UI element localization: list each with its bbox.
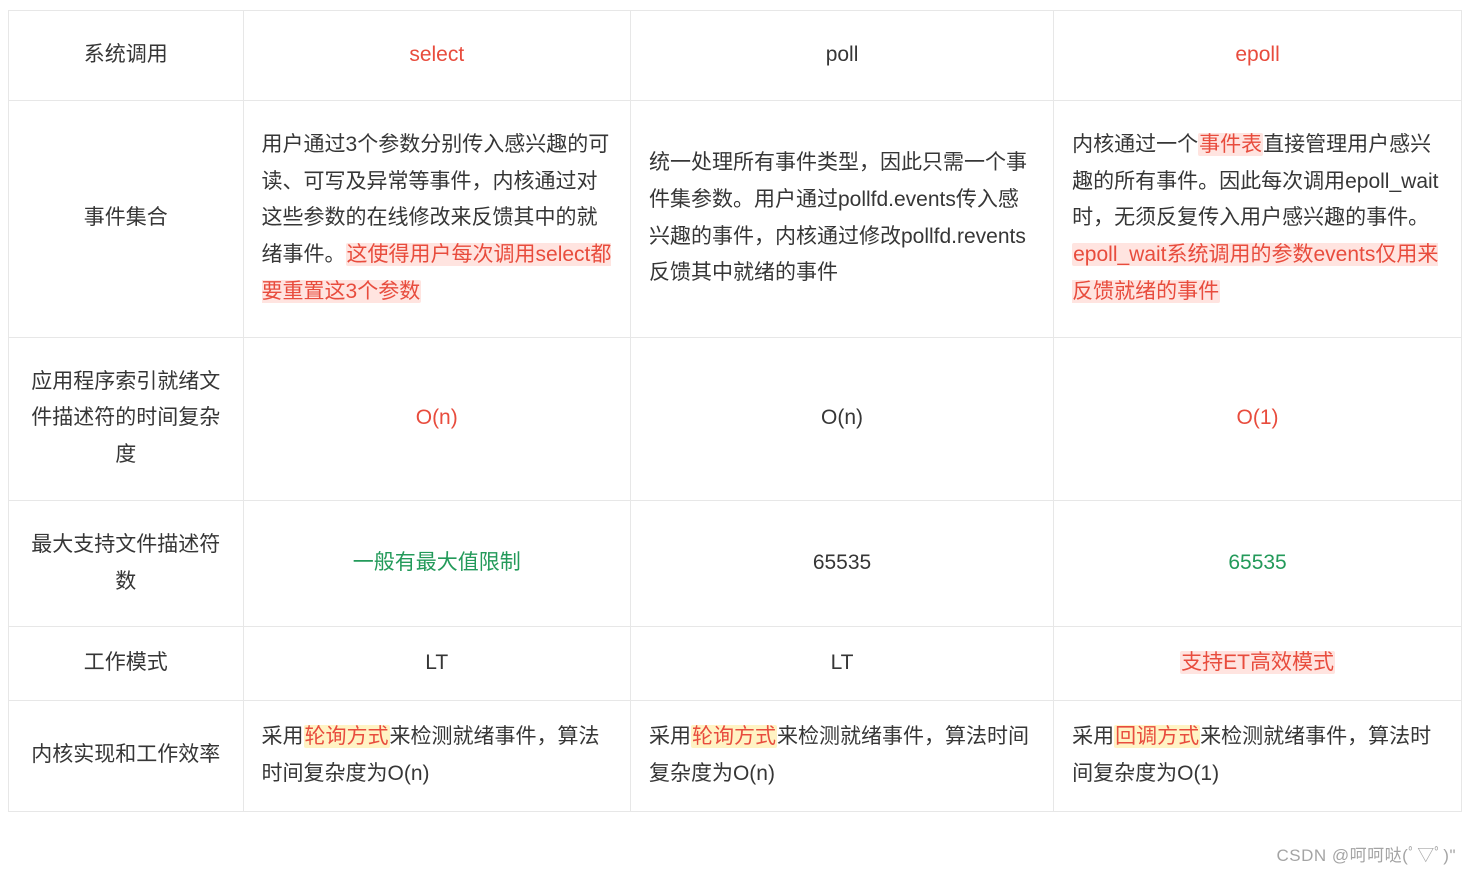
- highlight: epoll_wait系统调用的参数events仅用来反馈就绪的事件: [1072, 243, 1438, 303]
- cell-select: 采用轮询方式来检测就绪事件，算法时间复杂度为O(n): [243, 701, 630, 812]
- row-label: 应用程序索引就绪文件描述符的时间复杂度: [9, 337, 244, 500]
- row-label: 事件集合: [9, 100, 244, 337]
- row-kernel: 内核实现和工作效率 采用轮询方式来检测就绪事件，算法时间复杂度为O(n) 采用轮…: [9, 701, 1462, 812]
- header-epoll: epoll: [1054, 11, 1462, 101]
- table-header-row: 系统调用 select poll epoll: [9, 11, 1462, 101]
- cell-epoll: 支持ET高效模式: [1054, 627, 1462, 701]
- cell-epoll: 65535: [1054, 500, 1462, 627]
- row-label: 工作模式: [9, 627, 244, 701]
- row-event-set: 事件集合 用户通过3个参数分别传入感兴趣的可读、可写及异常等事件，内核通过对这些…: [9, 100, 1462, 337]
- header-syscall: 系统调用: [9, 11, 244, 101]
- cell-select: LT: [243, 627, 630, 701]
- cell-epoll: 内核通过一个事件表直接管理用户感兴趣的所有事件。因此每次调用epoll_wait…: [1054, 100, 1462, 337]
- row-complexity: 应用程序索引就绪文件描述符的时间复杂度 O(n) O(n) O(1): [9, 337, 1462, 500]
- cell-select: 用户通过3个参数分别传入感兴趣的可读、可写及异常等事件，内核通过对这些参数的在线…: [243, 100, 630, 337]
- text: 采用: [1072, 725, 1114, 748]
- cell-epoll: 采用回调方式来检测就绪事件，算法时间复杂度为O(1): [1054, 701, 1462, 812]
- highlight: 轮询方式: [691, 725, 777, 748]
- highlight: 支持ET高效模式: [1180, 651, 1335, 674]
- cell-poll: 统一处理所有事件类型，因此只需一个事件集参数。用户通过pollfd.events…: [630, 100, 1053, 337]
- text: 采用: [262, 725, 304, 748]
- row-label: 内核实现和工作效率: [9, 701, 244, 812]
- header-poll: poll: [630, 11, 1053, 101]
- highlight: 回调方式: [1114, 725, 1200, 748]
- table-wrapper: 系统调用 select poll epoll 事件集合 用户通过3个参数分别传入…: [0, 0, 1470, 812]
- row-maxfd: 最大支持文件描述符数 一般有最大值限制 65535 65535: [9, 500, 1462, 627]
- cell-poll: LT: [630, 627, 1053, 701]
- cell-poll: 65535: [630, 500, 1053, 627]
- row-mode: 工作模式 LT LT 支持ET高效模式: [9, 627, 1462, 701]
- cell-poll: 采用轮询方式来检测就绪事件，算法时间复杂度为O(n): [630, 701, 1053, 812]
- comparison-table: 系统调用 select poll epoll 事件集合 用户通过3个参数分别传入…: [8, 10, 1462, 812]
- header-select: select: [243, 11, 630, 101]
- watermark: CSDN @呵呵哒(ﾟ▽ﾟ)": [1276, 841, 1456, 866]
- highlight: 轮询方式: [304, 725, 390, 748]
- cell-select: O(n): [243, 337, 630, 500]
- cell-epoll: O(1): [1054, 337, 1462, 500]
- row-label: 最大支持文件描述符数: [9, 500, 244, 627]
- cell-poll: O(n): [630, 337, 1053, 500]
- text: 内核通过一个: [1072, 133, 1198, 156]
- cell-select: 一般有最大值限制: [243, 500, 630, 627]
- highlight: 事件表: [1198, 133, 1263, 156]
- text: 采用: [649, 725, 691, 748]
